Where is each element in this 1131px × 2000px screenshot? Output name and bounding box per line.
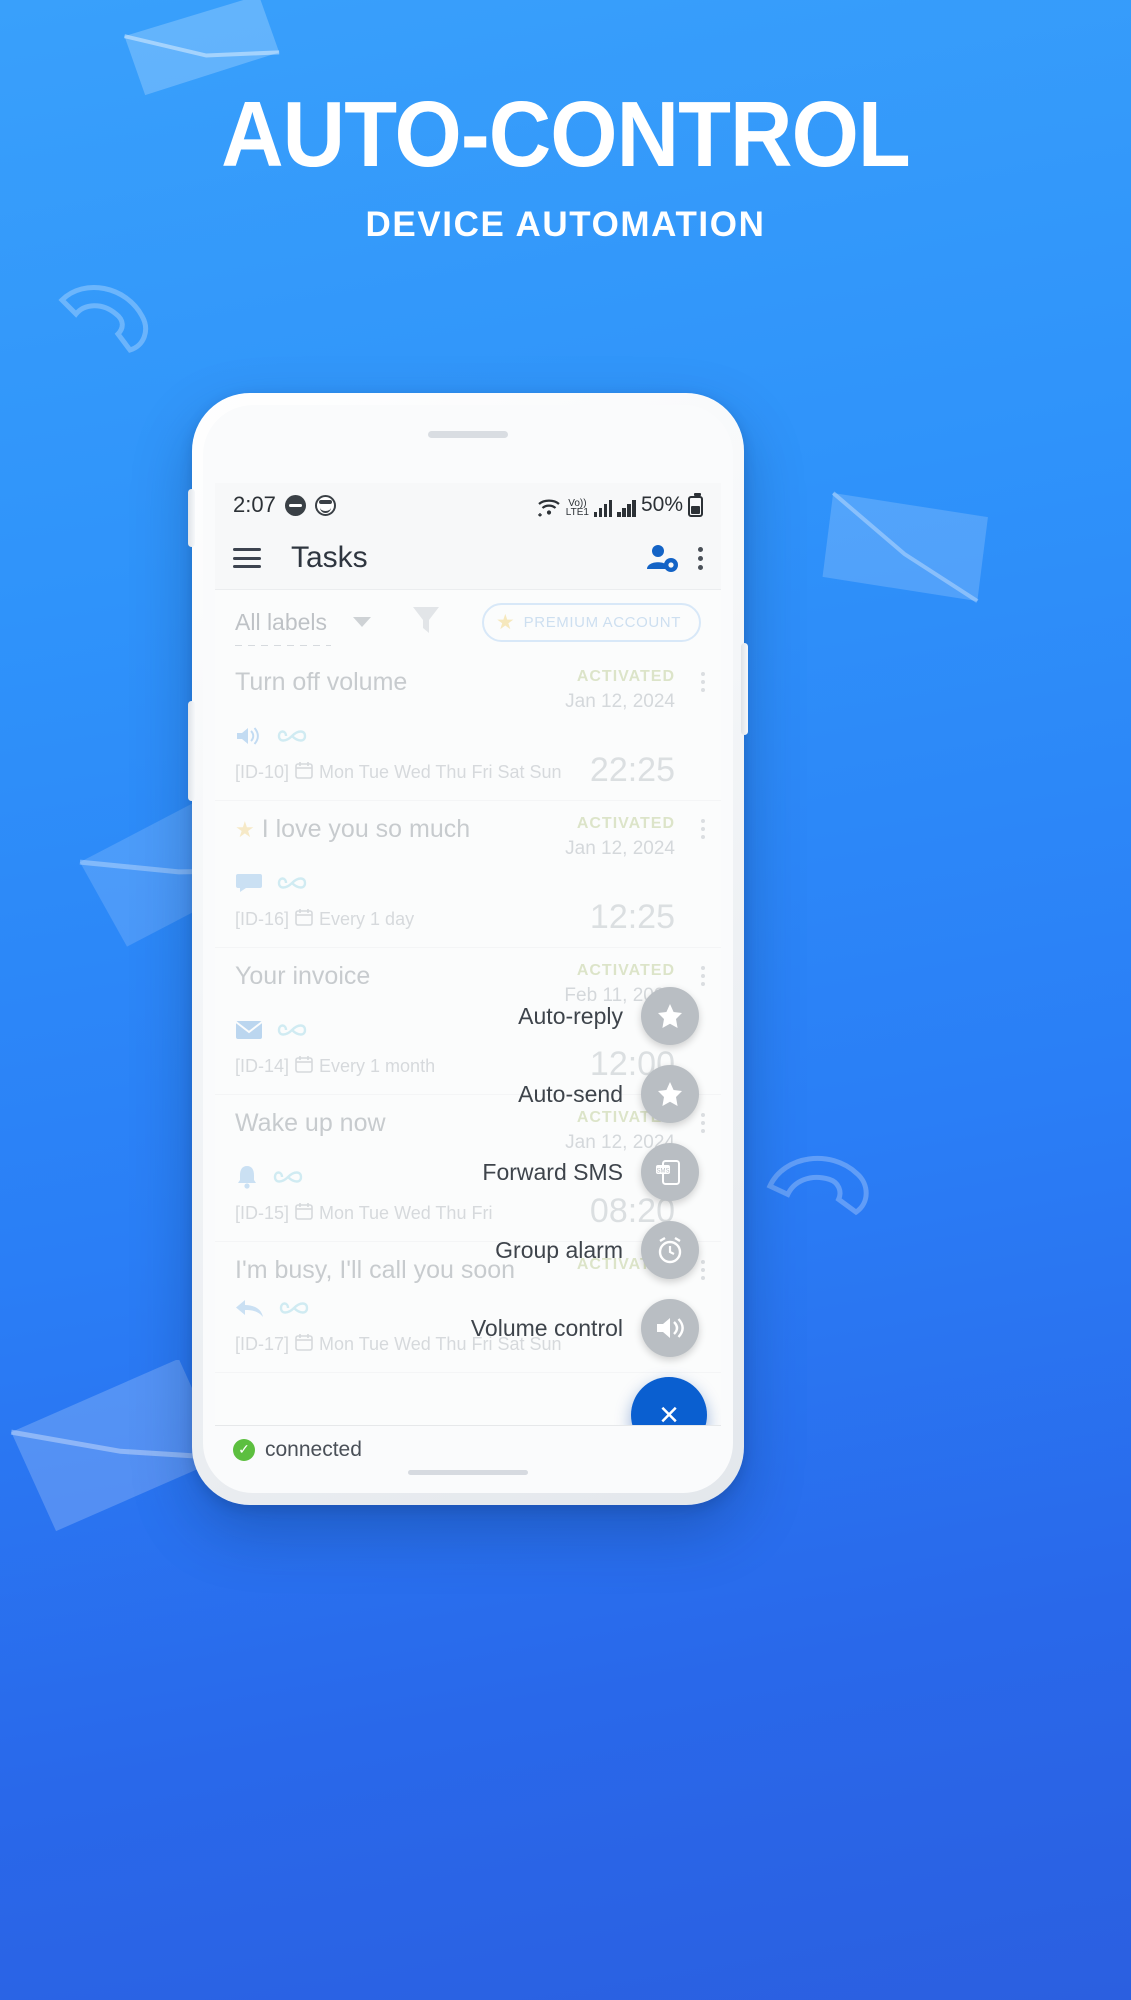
task-menu-icon[interactable] — [701, 966, 705, 990]
check-circle-icon: ✓ — [233, 1438, 255, 1461]
wifi-icon — [537, 497, 561, 517]
task-title-wrapper: ★ I love you so much — [235, 815, 565, 844]
chat-bubble-icon — [235, 871, 263, 900]
speed-dial-label: Group alarm — [495, 1236, 623, 1263]
person-settings-icon[interactable] — [645, 543, 679, 573]
phone-mockup: 2:07 Vo)) LTE1 50% Tasks All labels ★ PR… — [188, 393, 748, 1505]
signal-bars-sim1 — [593, 499, 613, 517]
alarm-clock-icon[interactable] — [641, 1221, 699, 1279]
status-bar: 2:07 Vo)) LTE1 50% — [215, 483, 721, 527]
task-title: Turn off volume — [235, 668, 408, 696]
page-title: AUTO-CONTROL — [221, 82, 911, 186]
hamburger-menu-icon[interactable] — [233, 548, 261, 568]
speed-dial-item-group-alarm[interactable]: Group alarm — [215, 1221, 699, 1279]
face-icon — [314, 494, 336, 516]
phone-body: 2:07 Vo)) LTE1 50% Tasks All labels ★ PR… — [203, 405, 733, 1493]
task-title: I love you so much — [261, 815, 471, 843]
tasks-sheet: All labels ★ PREMIUM ACCOUNT Turn off vo… — [215, 589, 721, 1473]
label-select-underline — [235, 644, 332, 646]
label-select[interactable]: All labels — [235, 608, 332, 646]
calendar-icon — [295, 761, 313, 784]
do-not-disturb-icon — [284, 494, 306, 516]
task-time: 22:25 — [589, 751, 675, 789]
filter-bar: All labels ★ PREMIUM ACCOUNT — [215, 590, 721, 654]
speed-dial-label: Auto-reply — [518, 1002, 623, 1029]
background-phone-glyph-right — [766, 1156, 869, 1216]
app-title: Tasks — [291, 541, 368, 574]
speed-dial-label: Volume control — [470, 1314, 623, 1341]
label-select-value: All labels — [235, 608, 328, 635]
connection-status-bar: ✓ connected — [215, 1425, 721, 1473]
task-status-badge: ACTIVATED — [576, 668, 675, 685]
star-icon: ★ — [495, 610, 515, 634]
task-row[interactable]: Turn off volume ACTIVATED Jan 12, 2024 [… — [215, 654, 721, 801]
status-time: 2:07 — [233, 492, 276, 517]
connection-status-text: connected — [265, 1437, 362, 1461]
task-schedule: Every 1 day — [319, 909, 415, 929]
background-phone-glyph-left — [58, 285, 148, 353]
task-menu-icon[interactable] — [701, 672, 705, 696]
phone-earpiece — [428, 431, 508, 438]
network-label-bottom: LTE1 — [565, 507, 589, 518]
sms-forward-icon[interactable]: SMS — [641, 1143, 699, 1201]
infinity-icon — [277, 873, 307, 898]
speed-dial-label: Auto-send — [518, 1080, 623, 1107]
speed-dial-item-forward-sms[interactable]: Forward SMS SMS — [215, 1143, 699, 1201]
phone-button-power — [741, 643, 748, 735]
home-indicator — [408, 1470, 528, 1475]
speed-dial-label: Forward SMS — [482, 1158, 623, 1185]
task-id: [ID-16] — [235, 909, 290, 929]
premium-account-button[interactable]: ★ PREMIUM ACCOUNT — [481, 602, 701, 642]
more-vertical-icon[interactable] — [697, 546, 703, 570]
task-date: Jan 12, 2024 — [565, 838, 675, 859]
task-schedule: Mon Tue Wed Thu Fri Sat Sun — [319, 762, 562, 782]
speed-dial-menu: Auto-reply Auto-send Forward SMS SMS Gro… — [215, 987, 707, 1453]
task-menu-icon[interactable] — [701, 1260, 705, 1284]
task-id: [ID-10] — [235, 762, 290, 782]
volume-icon — [235, 724, 263, 753]
task-status-badge: ACTIVATED — [576, 962, 675, 979]
battery-icon — [688, 493, 703, 517]
speed-dial-item-auto-send[interactable]: Auto-send — [215, 1065, 699, 1123]
task-menu-icon[interactable] — [701, 819, 705, 843]
phone-screen: 2:07 Vo)) LTE1 50% Tasks All labels ★ PR… — [215, 483, 721, 1473]
speed-dial-item-auto-reply[interactable]: Auto-reply — [215, 987, 699, 1045]
phone-button-volume-up — [188, 489, 195, 547]
chevron-down-icon[interactable] — [353, 617, 372, 627]
calendar-icon — [295, 908, 313, 931]
task-menu-icon[interactable] — [701, 1113, 705, 1137]
phone-button-volume-down — [188, 701, 195, 801]
funnel-filter-icon[interactable] — [411, 604, 441, 641]
premium-account-label: PREMIUM ACCOUNT — [523, 613, 681, 631]
svg-text:SMS: SMS — [656, 1169, 669, 1175]
task-time: 12:25 — [589, 898, 675, 936]
app-toolbar: Tasks — [215, 527, 721, 589]
speed-dial-item-volume-control[interactable]: Volume control — [215, 1299, 699, 1357]
star-icon: ★ — [235, 816, 255, 842]
task-date: Jan 12, 2024 — [565, 691, 675, 712]
infinity-icon — [277, 726, 307, 751]
signal-bars-sim2 — [617, 499, 636, 517]
star-icon[interactable] — [641, 1065, 699, 1123]
volume-icon[interactable] — [641, 1299, 699, 1357]
battery-percent: 50% — [640, 493, 683, 516]
page-subtitle: DEVICE AUTOMATION — [365, 205, 766, 244]
task-row[interactable]: ★ I love you so much ACTIVATED Jan 12, 2… — [215, 801, 721, 948]
star-icon[interactable] — [641, 987, 699, 1045]
background-envelope-right — [822, 491, 988, 603]
task-status-badge: ACTIVATED — [576, 815, 675, 832]
